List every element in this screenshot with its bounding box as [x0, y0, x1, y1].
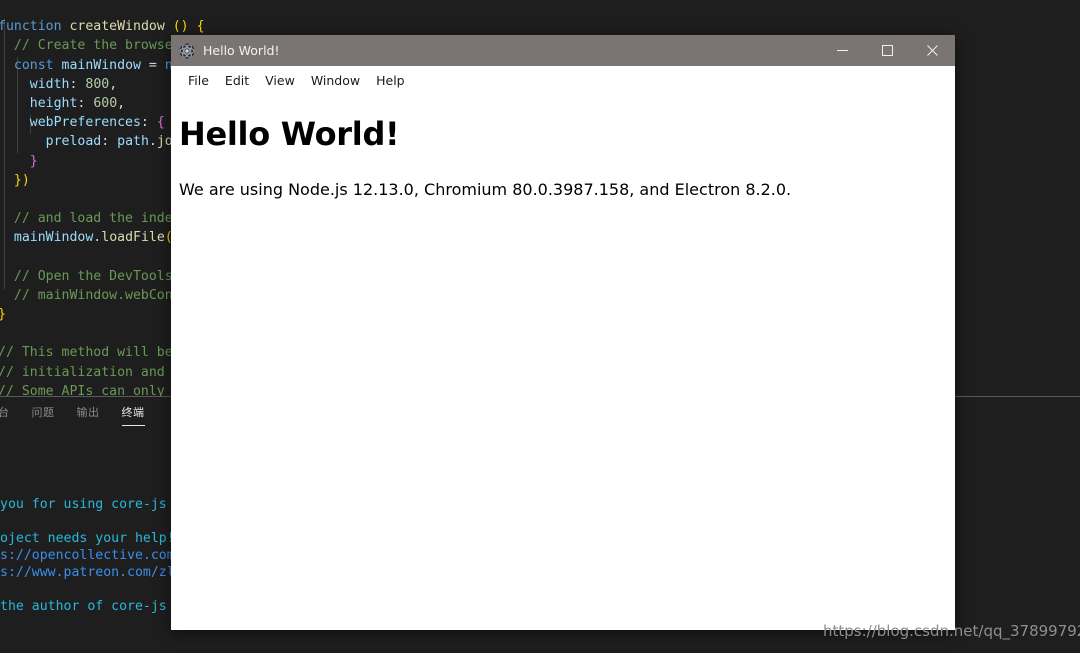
panel-tab-label: 台: [0, 405, 10, 419]
panel-tab-problems[interactable]: 问题: [30, 404, 57, 426]
electron-atom-icon: [179, 43, 195, 59]
menu-item-label: Help: [376, 72, 405, 88]
menu-item-help[interactable]: Help: [369, 70, 412, 91]
screenshot-root: function createWindow () { // Create the…: [0, 0, 1080, 653]
minimize-button[interactable]: [820, 35, 865, 66]
menu-item-label: Edit: [224, 72, 250, 88]
window-controls: [820, 35, 955, 66]
menu-item-window[interactable]: Window: [304, 70, 367, 91]
menu-item-label: View: [265, 72, 295, 88]
panel-tab-label: 问题: [31, 405, 55, 419]
menu-item-edit[interactable]: Edit: [218, 70, 256, 91]
close-button[interactable]: [910, 35, 955, 66]
panel-tab-label: 输出: [76, 405, 100, 419]
panel-tab-output[interactable]: 输出: [75, 404, 102, 426]
close-icon: [927, 45, 938, 56]
menu-item-label: Window: [310, 72, 361, 88]
maximize-icon: [882, 45, 893, 56]
app-page-content: Hello World! We are using Node.js 12.13.…: [171, 94, 955, 630]
panel-tab-terminal[interactable]: 终端: [120, 404, 147, 426]
menu-item-label: File: [188, 72, 209, 88]
electron-app-window[interactable]: Hello World! File Edit View Window Help …: [171, 35, 955, 630]
app-titlebar[interactable]: Hello World!: [171, 35, 955, 66]
panel-tab-debug-console[interactable]: 台: [0, 404, 12, 426]
page-version-paragraph: We are using Node.js 12.13.0, Chromium 8…: [179, 180, 792, 199]
page-heading: Hello World!: [179, 115, 400, 153]
panel-tab-label: 终端: [121, 405, 145, 419]
app-menubar: File Edit View Window Help: [171, 66, 955, 94]
panel-tab-list: 台 问题 输出 终端: [0, 397, 165, 432]
app-window-title: Hello World!: [203, 43, 280, 58]
maximize-button[interactable]: [865, 35, 910, 66]
menu-item-view[interactable]: View: [258, 70, 302, 91]
minimize-icon: [837, 50, 848, 51]
menu-item-file[interactable]: File: [181, 70, 216, 91]
